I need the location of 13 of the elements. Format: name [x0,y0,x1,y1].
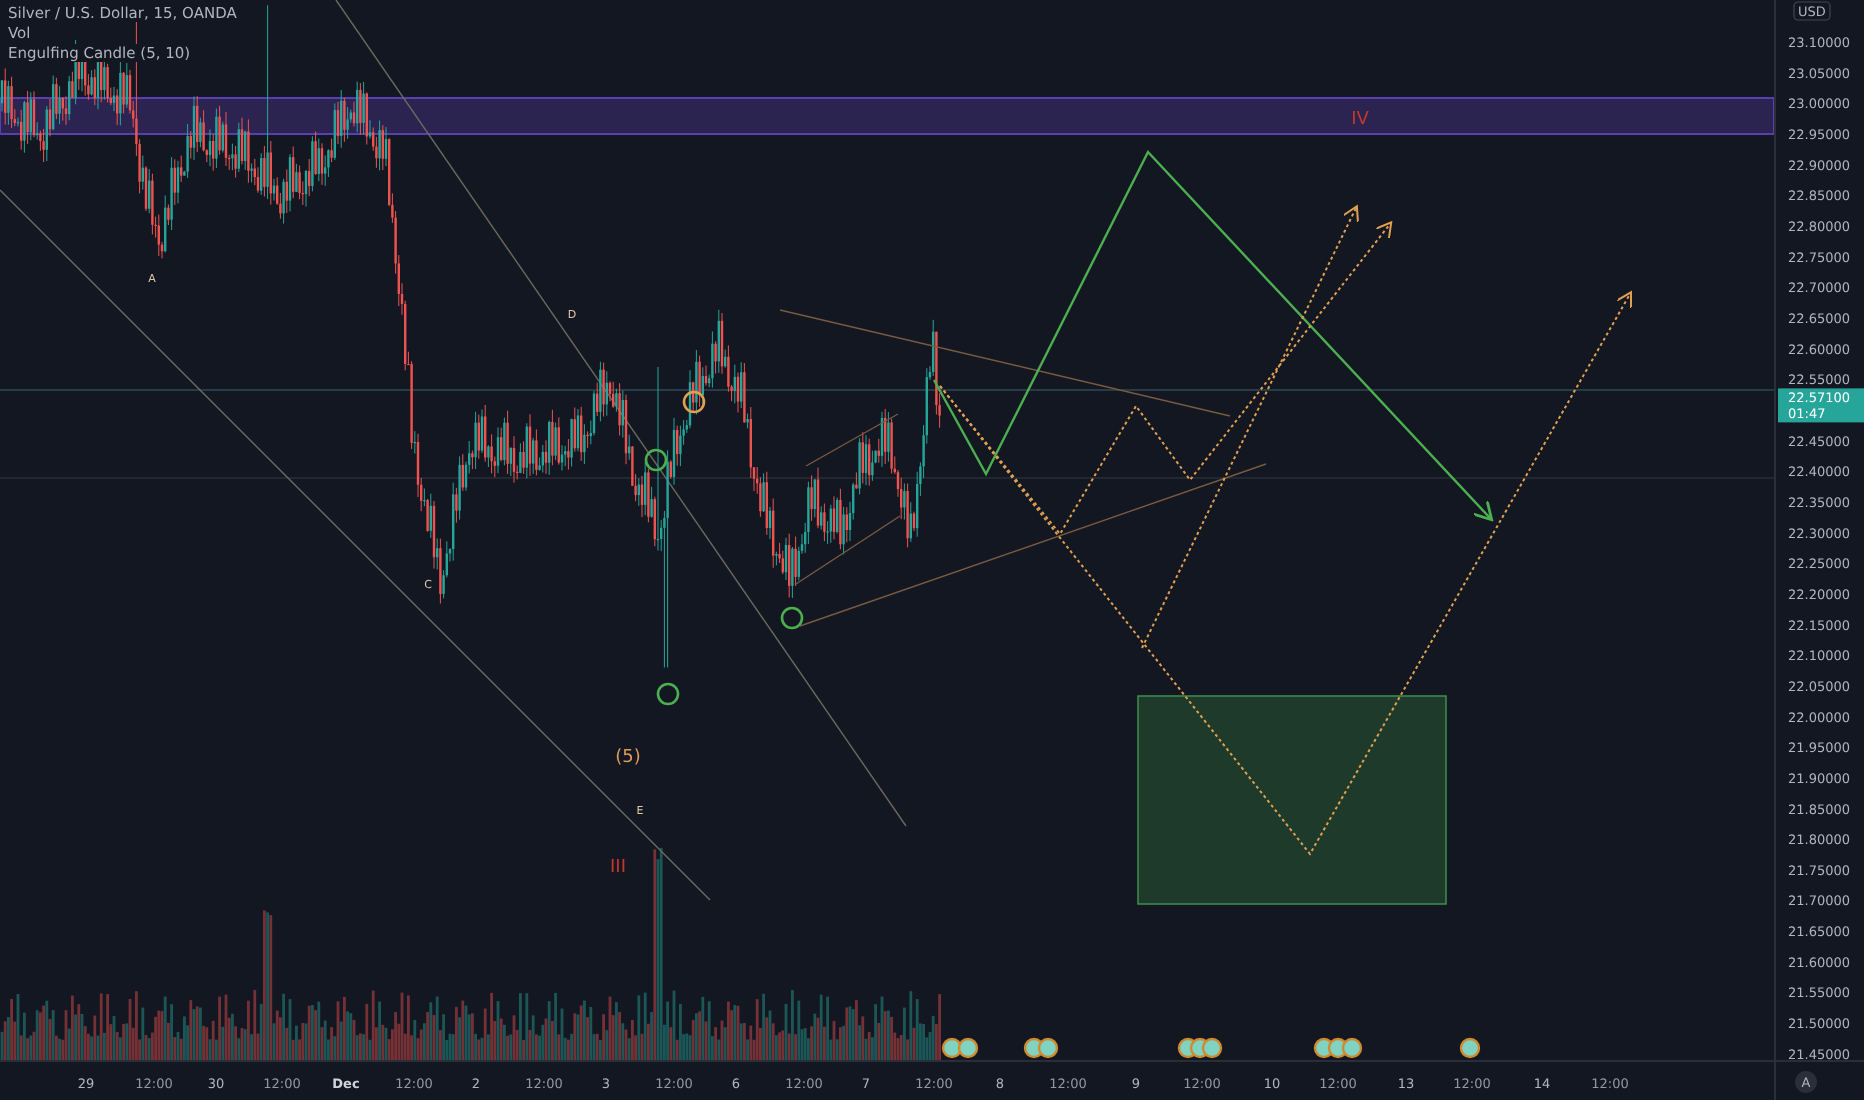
wave-label: (5) [615,748,641,768]
event-icon[interactable] [957,1037,979,1059]
circle-marker [656,682,680,706]
circle-marker [644,448,668,472]
event-icon[interactable] [1201,1037,1223,1059]
event-icon[interactable] [1459,1037,1481,1059]
event-icon[interactable] [1341,1037,1363,1059]
circle-marker [682,390,706,414]
wave-label: IV [1351,110,1369,130]
event-icon[interactable] [1037,1037,1059,1059]
wave-label: III [610,858,626,878]
circle-marker [780,606,804,630]
event-icon[interactable] [941,1037,963,1059]
